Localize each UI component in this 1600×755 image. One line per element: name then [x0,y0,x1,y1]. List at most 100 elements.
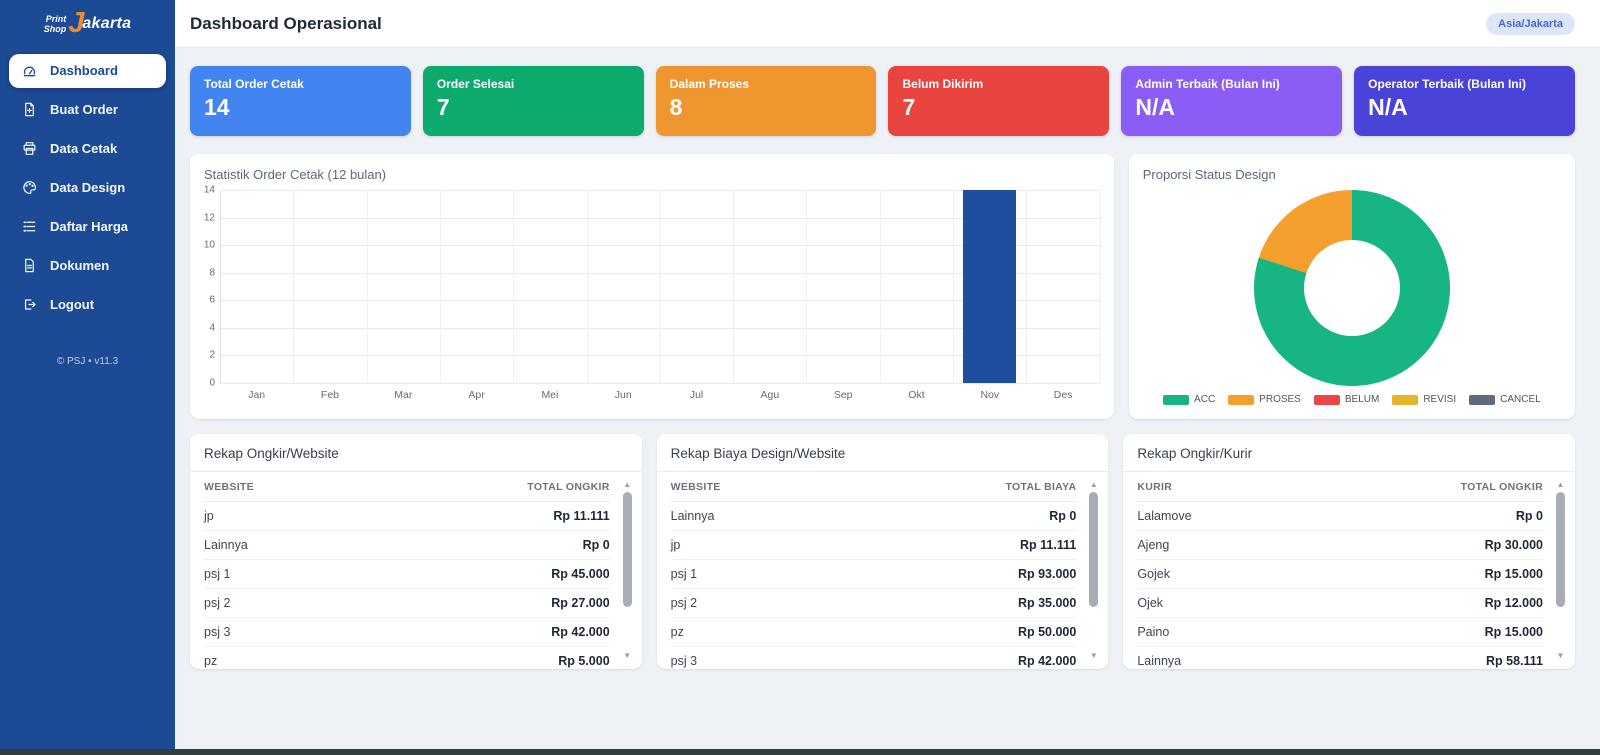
legend-swatch [1469,394,1496,405]
stat-card-admin-terbaik-bulan-ini: Admin Terbaik (Bulan Ini) N/A [1121,66,1343,136]
sidebar-item-label: Dokumen [50,257,110,273]
bar-nov [963,190,1017,383]
scrollbar-thumb[interactable] [1555,492,1565,608]
stat-card-total-order-cetak: Total Order Cetak 14 [190,66,411,136]
table-cell-value: Rp 0 [838,501,1077,531]
table-cell-value: Rp 50.000 [838,617,1077,647]
main-area: Dashboard Operasional Asia/Jakarta Total… [175,0,1600,755]
x-tick-label: Mei [541,389,559,401]
x-tick-label: Sep [833,389,853,401]
x-tick-label: Jul [689,389,704,401]
x-tick-label: Feb [320,389,340,401]
y-tick-label: 6 [209,294,215,306]
legend-item-acc[interactable]: ACC [1163,394,1215,405]
sidebar-item-label: Data Design [50,179,126,195]
table-row: Gojek Rp 15.000 [1137,559,1543,589]
legend-label: ACC [1194,394,1216,405]
table-col-header: WEBSITE [204,472,358,502]
scrollbar-up-icon[interactable]: ▲ [1557,480,1565,489]
scrollbar-up-icon[interactable]: ▲ [1090,480,1098,489]
table-row: psj 3 Rp 42.000 [670,646,1077,669]
table-cell-value: Rp 27.000 [357,588,610,618]
table-row: psj 1 Rp 45.000 [204,559,610,589]
legend-item-proses[interactable]: PROSES [1228,394,1301,405]
donut-chart-title: Proporsi Status Design [1142,167,1276,182]
table-cell-name: Ojek [1137,588,1299,618]
stat-card-dalam-proses: Dalam Proses 8 [655,66,877,136]
scrollbar-down-icon[interactable]: ▼ [1090,651,1098,660]
legend-item-belum[interactable]: BELUM [1313,394,1379,405]
sidebar-item-buat-order[interactable]: Buat Order [9,93,166,127]
sidebar-item-daftar-harga[interactable]: Daftar Harga [9,210,166,244]
x-tick-label: Des [1053,389,1073,401]
table-cell-value: Rp 30.000 [1298,530,1543,560]
scrollbar-thumb[interactable] [622,492,632,608]
table-cell-value: Rp 11.111 [838,530,1077,560]
menu-price-list-icon [22,219,37,234]
menu-gauge-icon [22,63,37,78]
table-title: Rekap Biaya Design/Website [656,434,1109,472]
y-tick-label: 2 [209,349,215,361]
stat-cards-row: Total Order Cetak 14 Order Selesai 7 Dal… [190,66,1575,136]
donut-chart-card: Proporsi Status Design ACC PROSES BELUM REV… [1128,154,1575,419]
table-scrollbar[interactable]: ▲ ▼ [621,480,634,660]
timezone-badge: Asia/Jakarta [1486,12,1575,35]
table-row: psj 3 Rp 42.000 [204,617,610,647]
brand-line2: Shop [43,23,67,34]
window-bottom-edge [0,749,1600,755]
table-row: pz Rp 5.000 [204,646,610,669]
table-cell-name: psj 3 [670,646,839,669]
x-tick-label: Okt [908,389,925,401]
sidebar-menu: Dashboard Buat Order Data Cetak Data Des… [0,50,175,326]
table-col-header: KURIR [1137,472,1299,502]
sidebar-item-data-cetak[interactable]: Data Cetak [9,132,166,166]
y-tick-label: 10 [203,239,215,251]
table-cell-name: psj 2 [670,588,839,618]
dashboard-content: Total Order Cetak 14 Order Selesai 7 Dal… [175,48,1600,755]
y-tick-label: 8 [209,267,215,279]
table-scrollbar[interactable]: ▲ ▼ [1087,480,1100,660]
scrollbar-thumb[interactable] [1089,492,1099,608]
stat-card-value: 7 [902,94,916,120]
topbar: Dashboard Operasional Asia/Jakarta [175,0,1600,48]
stat-card-label: Order Selesai [436,77,515,91]
table-col-header: WEBSITE [670,472,839,502]
legend-item-cancel[interactable]: CANCEL [1469,394,1541,405]
table-cell-value: Rp 0 [357,530,610,560]
sidebar-item-data-design[interactable]: Data Design [9,171,166,205]
table-cell-value: Rp 35.000 [838,588,1077,618]
stat-card-label: Operator Terbaik (Bulan Ini) [1368,77,1526,91]
legend-item-revisi[interactable]: REVISI [1392,394,1456,405]
table-row: psj 1 Rp 93.000 [670,559,1077,589]
scrollbar-down-icon[interactable]: ▼ [1557,651,1565,660]
legend-swatch [1313,394,1340,405]
table-cell-name: Lalamove [1137,501,1299,531]
brand-line1: Print [45,13,67,24]
sidebar-item-dokumen[interactable]: Dokumen [9,249,166,283]
sidebar-item-logout[interactable]: Logout [9,288,166,322]
legend-label: REVISI [1423,394,1457,405]
brand-rest: akarta [82,14,132,32]
table-cell-value: Rp 45.000 [357,559,610,589]
table-cell-name: Lainnya [1137,646,1299,669]
y-tick-label: 4 [209,322,215,334]
table-cell-value: Rp 42.000 [838,646,1077,669]
scrollbar-down-icon[interactable]: ▼ [623,651,631,660]
x-tick-label: Agu [760,389,780,401]
table-cell-value: Rp 93.000 [838,559,1077,589]
scrollbar-up-icon[interactable]: ▲ [623,480,631,489]
table-cell-name: psj 1 [670,559,839,589]
table-cell-name: pz [670,617,839,647]
sidebar-item-dashboard[interactable]: Dashboard [9,53,166,88]
table-row: pz Rp 50.000 [670,617,1077,647]
stat-card-value: 8 [669,94,683,120]
table-row: Ajeng Rp 30.000 [1137,530,1543,560]
table-cell-value: Rp 15.000 [1298,617,1543,647]
summary-table: WEBSITE TOTAL ONGKIR jp Rp 11.111 Lainny… [204,472,610,669]
table-cell-value: Rp 11.111 [357,501,610,531]
sidebar-item-label: Data Cetak [50,140,118,156]
table-col-header: TOTAL ONGKIR [1298,472,1543,502]
bar-chart-title: Statistik Order Cetak (12 bulan) [204,167,387,182]
table-scrollbar[interactable]: ▲ ▼ [1554,480,1567,660]
table-card-rekap-biaya-design-website: Rekap Biaya Design/Website WEBSITE TOTAL… [656,434,1109,669]
